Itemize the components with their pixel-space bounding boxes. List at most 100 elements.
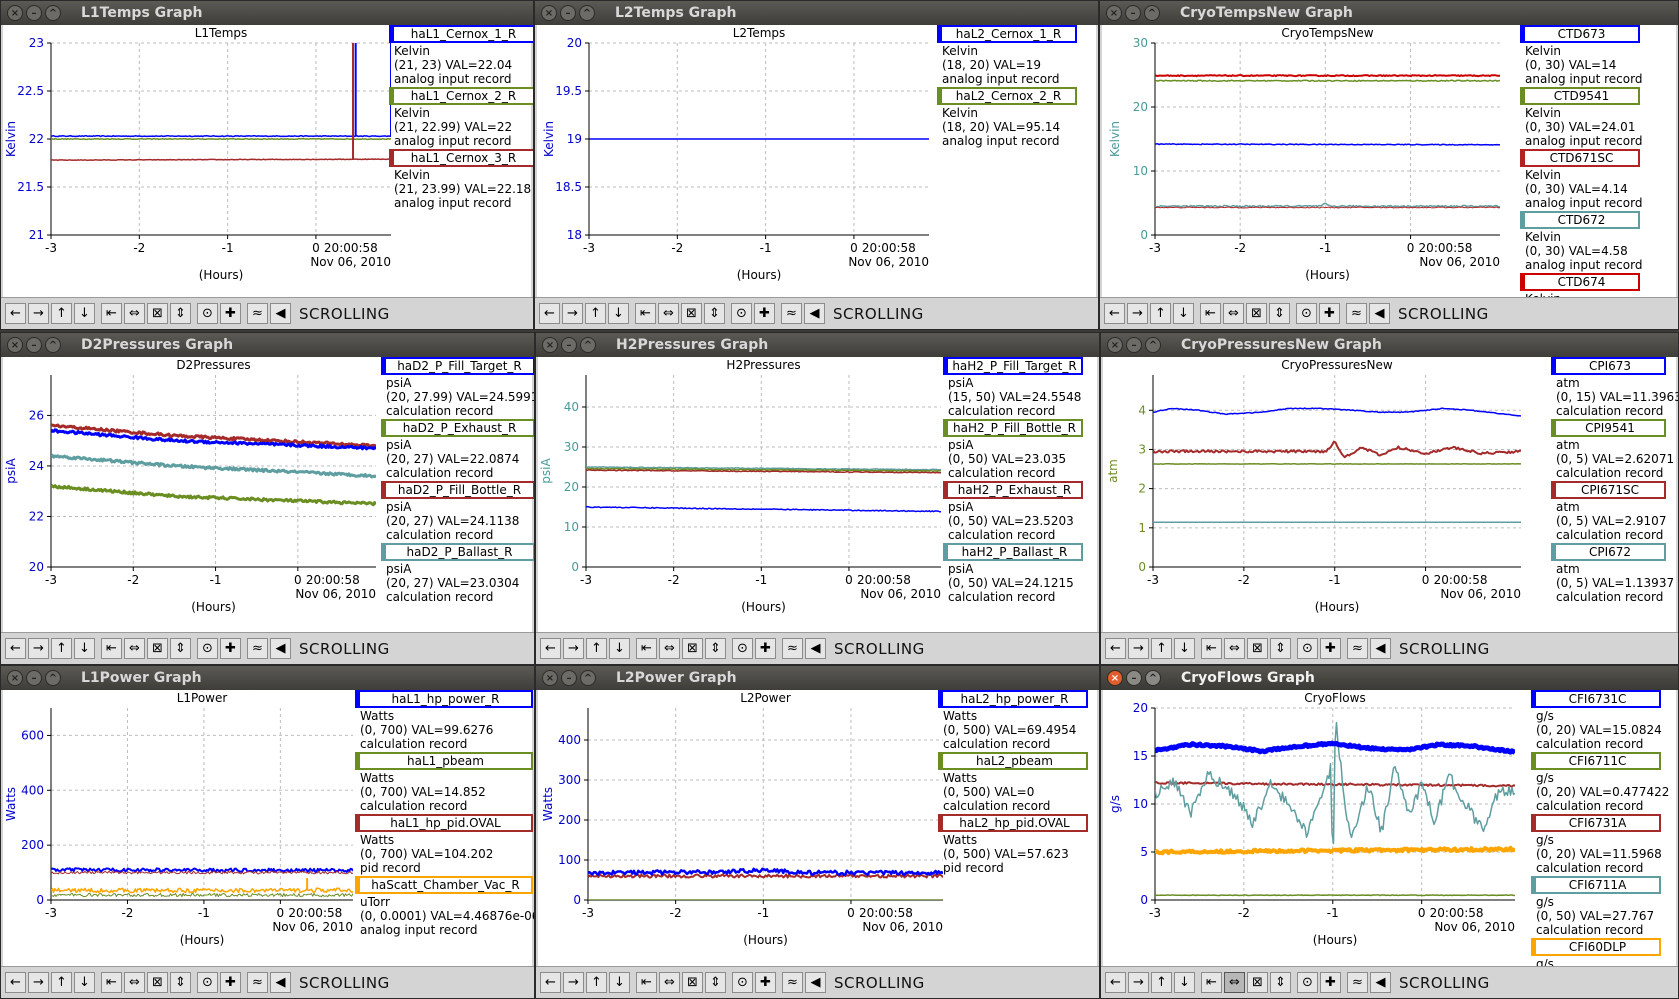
pan-up-button[interactable]: ↑: [585, 303, 606, 324]
window-titlebar[interactable]: × – ^ L1Power Graph: [1, 666, 534, 690]
close-icon[interactable]: ×: [7, 5, 23, 21]
back-button[interactable]: ◀: [270, 638, 291, 659]
zoom-out-x-button[interactable]: ⇔: [124, 638, 145, 659]
minimize-icon[interactable]: –: [26, 337, 42, 353]
legend-item[interactable]: haL1_hp_pid.OVAL Watts (0, 700) VAL=104.20…: [355, 814, 533, 875]
back-button[interactable]: ◀: [1370, 972, 1391, 993]
legend-item[interactable]: haL2_hp_pid.OVAL Watts (0, 500) VAL=57.623…: [938, 814, 1088, 875]
pan-up-button[interactable]: ↑: [1151, 972, 1172, 993]
zoom-in-y-button[interactable]: ⊠: [147, 972, 168, 993]
zoom-in-x-button[interactable]: ⇤: [635, 303, 656, 324]
zoom-in-y-button[interactable]: ⊠: [682, 972, 703, 993]
add-pv-button[interactable]: ✚: [220, 972, 241, 993]
pan-left-button[interactable]: ←: [540, 972, 561, 993]
minimize-icon[interactable]: –: [1125, 5, 1141, 21]
pan-left-button[interactable]: ←: [5, 972, 26, 993]
legend-item[interactable]: CFI6711C g/s (0, 20) VAL=0.477422 calculati…: [1531, 752, 1669, 813]
legend-pv-name[interactable]: haL2_hp_power_R: [938, 690, 1088, 708]
pan-left-button[interactable]: ←: [540, 638, 561, 659]
zoom-out-y-button[interactable]: ⇕: [170, 972, 191, 993]
close-icon[interactable]: ×: [1107, 670, 1123, 686]
legend-pv-name[interactable]: CFI6711A: [1531, 876, 1661, 894]
legend-item[interactable]: CPI673 atm (0, 15) VAL=11.3963 calculation …: [1551, 357, 1678, 418]
legend-item[interactable]: CFI6731A g/s (0, 20) VAL=11.5968 calculatio…: [1531, 814, 1662, 875]
zoom-out-x-button[interactable]: ⇔: [659, 972, 680, 993]
reset-button[interactable]: ⊙: [197, 303, 218, 324]
minimize-icon[interactable]: –: [26, 670, 42, 686]
zoom-in-y-button[interactable]: ⊠: [147, 303, 168, 324]
pan-right-button[interactable]: →: [28, 972, 49, 993]
add-pv-button[interactable]: ✚: [220, 638, 241, 659]
add-pv-button[interactable]: ✚: [1320, 972, 1341, 993]
add-pv-button[interactable]: ✚: [1320, 638, 1341, 659]
add-pv-button[interactable]: ✚: [755, 638, 776, 659]
window-titlebar[interactable]: × – ^ CryoTempsNew Graph: [1100, 1, 1678, 25]
zoom-out-x-button[interactable]: ⇔: [1224, 972, 1245, 993]
legend-pv-name[interactable]: CTD672: [1520, 211, 1640, 229]
pan-up-button[interactable]: ↑: [586, 638, 607, 659]
zoom-out-x-button[interactable]: ⇔: [1224, 638, 1245, 659]
legend-pv-name[interactable]: haH2_P_Ballast_R: [943, 543, 1083, 561]
close-icon[interactable]: ×: [542, 337, 558, 353]
zoom-out-y-button[interactable]: ⇕: [170, 303, 191, 324]
reset-button[interactable]: ⊙: [197, 972, 218, 993]
zoom-in-x-button[interactable]: ⇤: [101, 638, 122, 659]
add-pv-button[interactable]: ✚: [1319, 303, 1340, 324]
autoscale-button[interactable]: ≈: [247, 303, 268, 324]
minimize-icon[interactable]: –: [561, 670, 577, 686]
close-icon[interactable]: ×: [542, 670, 558, 686]
close-icon[interactable]: ×: [1107, 337, 1123, 353]
close-icon[interactable]: ×: [541, 5, 557, 21]
autoscale-button[interactable]: ≈: [1346, 303, 1367, 324]
legend-item[interactable]: haD2_P_Fill_Target_R psiA (20, 27.99) VAL=…: [381, 357, 534, 418]
minimize-icon[interactable]: –: [26, 5, 42, 21]
zoom-in-x-button[interactable]: ⇤: [636, 638, 657, 659]
legend-item[interactable]: haL2_hp_power_R Watts (0, 500) VAL=69.4954…: [938, 690, 1088, 751]
minimize-icon[interactable]: –: [1126, 670, 1142, 686]
minimize-icon[interactable]: –: [560, 5, 576, 21]
legend-pv-name[interactable]: haL2_Cernox_2_R: [937, 87, 1077, 105]
reset-button[interactable]: ⊙: [1297, 638, 1318, 659]
zoom-in-x-button[interactable]: ⇤: [101, 303, 122, 324]
legend-pv-name[interactable]: haL1_pbeam: [355, 752, 533, 770]
legend-pv-name[interactable]: haD2_P_Fill_Target_R: [381, 357, 534, 375]
zoom-out-y-button[interactable]: ⇕: [705, 638, 726, 659]
reset-button[interactable]: ⊙: [731, 303, 752, 324]
legend-pv-name[interactable]: haD2_P_Ballast_R: [381, 543, 534, 561]
zoom-in-x-button[interactable]: ⇤: [636, 972, 657, 993]
legend-pv-name[interactable]: CPI9541: [1551, 419, 1666, 437]
reset-button[interactable]: ⊙: [197, 638, 218, 659]
pan-left-button[interactable]: ←: [5, 303, 26, 324]
legend-pv-name[interactable]: haL1_hp_pid.OVAL: [355, 814, 533, 832]
close-icon[interactable]: ×: [7, 337, 23, 353]
legend-item[interactable]: haL2_Cernox_1_R Kelvin (18, 20) VAL=19 anal…: [937, 25, 1077, 86]
zoom-out-x-button[interactable]: ⇔: [124, 972, 145, 993]
maximize-icon[interactable]: ^: [1145, 337, 1161, 353]
legend-item[interactable]: CPI672 atm (0, 5) VAL=1.13937 calculation r…: [1551, 543, 1674, 604]
window-titlebar[interactable]: × – ^ L2Temps Graph: [535, 1, 1098, 25]
window-titlebar[interactable]: × – ^ H2Pressures Graph: [536, 333, 1099, 357]
minimize-icon[interactable]: –: [1126, 337, 1142, 353]
pan-right-button[interactable]: →: [1128, 972, 1149, 993]
zoom-in-y-button[interactable]: ⊠: [682, 638, 703, 659]
pan-right-button[interactable]: →: [1127, 303, 1148, 324]
add-pv-button[interactable]: ✚: [754, 303, 775, 324]
pan-down-button[interactable]: ↓: [609, 972, 630, 993]
legend-item[interactable]: haL1_hp_power_R Watts (0, 700) VAL=99.6276…: [355, 690, 533, 751]
legend-item[interactable]: haH2_P_Exhaust_R psiA (0, 50) VAL=23.5203 c…: [943, 481, 1083, 542]
legend-pv-name[interactable]: haL2_hp_pid.OVAL: [938, 814, 1088, 832]
legend-pv-name[interactable]: haH2_P_Exhaust_R: [943, 481, 1083, 499]
pan-left-button[interactable]: ←: [1105, 638, 1126, 659]
pan-left-button[interactable]: ←: [1104, 303, 1125, 324]
reset-button[interactable]: ⊙: [1296, 303, 1317, 324]
reset-button[interactable]: ⊙: [732, 972, 753, 993]
zoom-out-x-button[interactable]: ⇔: [659, 638, 680, 659]
autoscale-button[interactable]: ≈: [781, 303, 802, 324]
legend-item[interactable]: CTD9541 Kelvin (0, 30) VAL=24.01 analog inp…: [1520, 87, 1642, 148]
pan-right-button[interactable]: →: [563, 638, 584, 659]
legend-pv-name[interactable]: CTD673: [1520, 25, 1640, 43]
pan-down-button[interactable]: ↓: [74, 972, 95, 993]
pan-right-button[interactable]: →: [563, 972, 584, 993]
autoscale-button[interactable]: ≈: [782, 972, 803, 993]
legend-pv-name[interactable]: CFI60DLP: [1531, 938, 1661, 956]
